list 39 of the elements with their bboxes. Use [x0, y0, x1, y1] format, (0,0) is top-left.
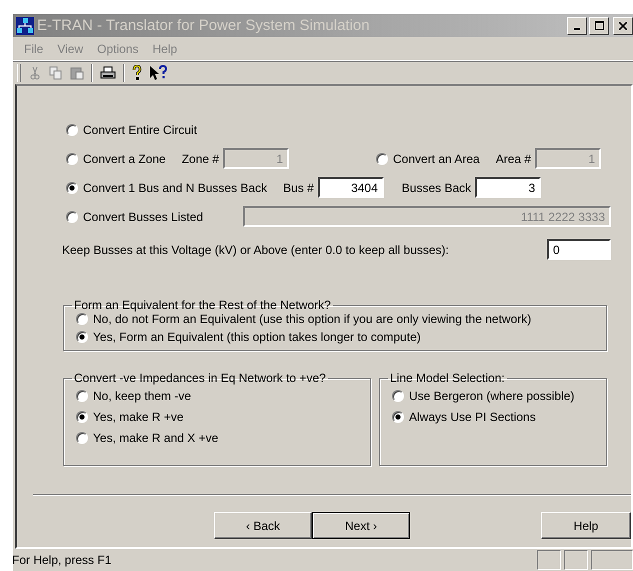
input-field[interactable]: 3404 — [318, 177, 384, 198]
radio-option[interactable]: Convert Busses Listed — [66, 210, 204, 224]
minimize-icon — [574, 28, 580, 30]
network-icon — [16, 16, 34, 34]
paste-icon[interactable] — [70, 66, 84, 80]
minimize-button[interactable] — [567, 16, 587, 34]
close-icon — [619, 22, 627, 30]
radio-option[interactable]: Always Use PI Sections — [392, 410, 594, 424]
field-label: Zone # — [182, 152, 220, 166]
radio-option[interactable]: Use Bergeron (where possible) — [392, 389, 594, 403]
dialog-button[interactable]: ‹ Back — [214, 512, 312, 539]
radio-option[interactable]: Convert an Area — [376, 152, 480, 166]
dialog-button[interactable]: Help — [541, 512, 631, 539]
radio-option[interactable]: Yes, Form an Equivalent (this option takes longer to compute) — [76, 330, 594, 344]
voltage-label: Keep Busses at this Voltage (kV) or Above (enter 0.0 to keep all busses): — [62, 242, 449, 256]
field-label: Busses Back — [402, 180, 472, 194]
help-icon[interactable] — [132, 65, 142, 81]
radio-option[interactable]: Yes, make R and X +ve — [76, 431, 358, 445]
status-text: For Help, press F1 — [12, 553, 112, 567]
radio-option[interactable]: No, do not Form an Equivalent (use this option if you are only viewing the network) — [76, 312, 594, 326]
close-button[interactable] — [613, 16, 633, 34]
field-label: Bus # — [283, 180, 314, 194]
dialog-button[interactable]: Next › — [312, 512, 410, 539]
group-title: Convert -ve Impedances in Eq Network to +ve? — [73, 371, 327, 385]
pointer-help-icon[interactable] — [149, 65, 167, 81]
radio-option[interactable]: Convert 1 Bus and N Busses Back — [66, 180, 268, 194]
maximize-button[interactable] — [589, 16, 609, 34]
radio-option[interactable]: Yes, make R +ve — [76, 410, 358, 424]
radio-option[interactable]: No, keep them -ve — [76, 389, 358, 403]
input-field[interactable]: 3 — [475, 177, 542, 198]
copy-icon[interactable] — [49, 66, 63, 80]
group-title: Form an Equivalent for the Rest of the Network? — [73, 298, 332, 312]
field-label: Area # — [496, 152, 532, 166]
radio-option[interactable]: Convert Entire Circuit — [66, 123, 198, 137]
radio-option[interactable]: Convert a Zone — [66, 152, 166, 166]
printer-icon[interactable] — [100, 66, 116, 80]
voltage-field[interactable]: 0 — [547, 239, 611, 260]
maximize-icon — [594, 21, 604, 30]
group-title: Line Model Selection: — [389, 371, 506, 385]
